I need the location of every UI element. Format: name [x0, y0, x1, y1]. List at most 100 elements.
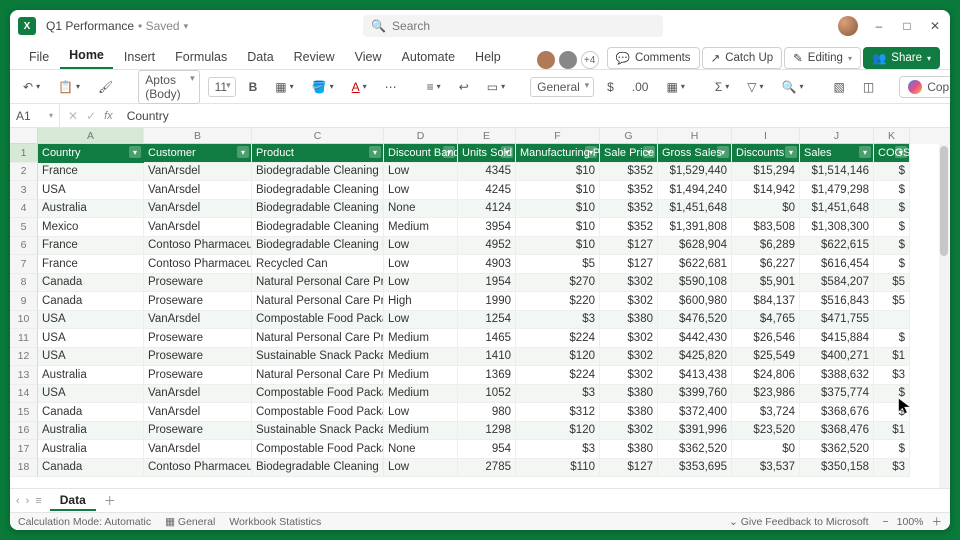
- cell[interactable]: None: [384, 440, 458, 459]
- addins-button[interactable]: ▧: [829, 76, 850, 98]
- cell[interactable]: $1: [874, 348, 910, 367]
- cell[interactable]: Low: [384, 255, 458, 274]
- column-header-J[interactable]: J: [800, 128, 874, 144]
- cell[interactable]: $84,137: [732, 292, 800, 311]
- cell[interactable]: $1,529,440: [658, 163, 732, 182]
- cell[interactable]: $600,980: [658, 292, 732, 311]
- row-header-18[interactable]: 18: [10, 459, 38, 478]
- row-header-10[interactable]: 10: [10, 311, 38, 330]
- cell[interactable]: Proseware: [144, 348, 252, 367]
- conditional-format-button[interactable]: ▦▾: [661, 76, 689, 98]
- cell[interactable]: Canada: [38, 459, 144, 478]
- header-cell-product[interactable]: Product▾: [252, 144, 384, 163]
- cell[interactable]: $127: [600, 255, 658, 274]
- cell[interactable]: Natural Personal Care Products: [252, 329, 384, 348]
- header-cell-sales[interactable]: Sales▾: [800, 144, 874, 163]
- cell[interactable]: High: [384, 292, 458, 311]
- cell[interactable]: Natural Personal Care Products: [252, 274, 384, 293]
- filter-icon[interactable]: ▾: [643, 146, 655, 158]
- cell[interactable]: 1298: [458, 422, 516, 441]
- cell[interactable]: $302: [600, 292, 658, 311]
- cell[interactable]: $628,904: [658, 237, 732, 256]
- cell[interactable]: $127: [600, 237, 658, 256]
- cell[interactable]: $5,901: [732, 274, 800, 293]
- cell[interactable]: $368,676: [800, 403, 874, 422]
- formula-input[interactable]: Country: [121, 109, 175, 123]
- sheet-tab-data[interactable]: Data: [50, 491, 96, 511]
- cell[interactable]: VanArsdel: [144, 181, 252, 200]
- paste-button[interactable]: 📋▾: [53, 76, 85, 98]
- cell[interactable]: $350,158: [800, 459, 874, 478]
- cell[interactable]: $302: [600, 422, 658, 441]
- filter-icon[interactable]: ▾: [443, 146, 455, 158]
- cell[interactable]: $5: [874, 274, 910, 293]
- column-header-E[interactable]: E: [458, 128, 516, 144]
- cell[interactable]: $3,724: [732, 403, 800, 422]
- zoom-in-button[interactable]: ＋: [932, 514, 943, 529]
- cell[interactable]: $3: [516, 311, 600, 330]
- cell[interactable]: Proseware: [144, 366, 252, 385]
- sheet-list-icon[interactable]: ≡: [35, 495, 41, 507]
- editing-mode-button[interactable]: ✎Editing ▾: [784, 47, 861, 69]
- currency-button[interactable]: $: [602, 76, 619, 98]
- cell[interactable]: $1,391,808: [658, 218, 732, 237]
- cell[interactable]: $: [874, 329, 910, 348]
- tab-home[interactable]: Home: [60, 43, 113, 69]
- cell[interactable]: Low: [384, 181, 458, 200]
- header-cell-manufacturing-price[interactable]: Manufacturing Price▾: [516, 144, 600, 163]
- cell[interactable]: $23,986: [732, 385, 800, 404]
- cell[interactable]: $5: [516, 255, 600, 274]
- filter-icon[interactable]: ▾: [369, 146, 381, 158]
- cell[interactable]: Proseware: [144, 422, 252, 441]
- cell[interactable]: $399,760: [658, 385, 732, 404]
- cell[interactable]: $516,843: [800, 292, 874, 311]
- cell[interactable]: $415,884: [800, 329, 874, 348]
- cell[interactable]: $120: [516, 422, 600, 441]
- cell[interactable]: 4345: [458, 163, 516, 182]
- cell[interactable]: $442,430: [658, 329, 732, 348]
- row-header-6[interactable]: 6: [10, 237, 38, 256]
- cell[interactable]: $400,271: [800, 348, 874, 367]
- cell[interactable]: $220: [516, 292, 600, 311]
- row-header-2[interactable]: 2: [10, 163, 38, 182]
- header-cell-discount-band[interactable]: Discount Band▾: [384, 144, 458, 163]
- cell[interactable]: $4,765: [732, 311, 800, 330]
- search-box[interactable]: 🔍 Search: [363, 15, 663, 37]
- analyze-button[interactable]: ◫: [858, 76, 879, 98]
- cell[interactable]: $10: [516, 237, 600, 256]
- cell[interactable]: $302: [600, 366, 658, 385]
- cell[interactable]: 4903: [458, 255, 516, 274]
- row-header-9[interactable]: 9: [10, 292, 38, 311]
- cell[interactable]: 1052: [458, 385, 516, 404]
- cell[interactable]: $14,942: [732, 181, 800, 200]
- cell[interactable]: $388,632: [800, 366, 874, 385]
- cell[interactable]: $3: [516, 385, 600, 404]
- sheet-next-icon[interactable]: ›: [26, 495, 30, 507]
- cell[interactable]: 954: [458, 440, 516, 459]
- column-header-I[interactable]: I: [732, 128, 800, 144]
- cell[interactable]: Recycled Can: [252, 255, 384, 274]
- catchup-button[interactable]: ↗Catch Up: [702, 47, 783, 69]
- cell[interactable]: Biodegradable Cleaning Products: [252, 459, 384, 478]
- sort-filter-button[interactable]: ▽▾: [742, 76, 768, 98]
- accept-formula-icon[interactable]: ✓: [86, 109, 96, 123]
- cell[interactable]: $: [874, 200, 910, 219]
- find-button[interactable]: 🔍▾: [777, 76, 809, 98]
- cell[interactable]: $622,681: [658, 255, 732, 274]
- row-header-13[interactable]: 13: [10, 366, 38, 385]
- header-cell-customer[interactable]: Customer▾: [144, 144, 252, 163]
- cell[interactable]: Australia: [38, 200, 144, 219]
- cell[interactable]: $312: [516, 403, 600, 422]
- zoom-out-button[interactable]: −: [883, 516, 889, 528]
- cell[interactable]: $1,451,648: [658, 200, 732, 219]
- cell[interactable]: Mexico: [38, 218, 144, 237]
- column-header-F[interactable]: F: [516, 128, 600, 144]
- cell[interactable]: $5: [874, 292, 910, 311]
- cell[interactable]: $3: [874, 366, 910, 385]
- cell[interactable]: $352: [600, 163, 658, 182]
- cell[interactable]: USA: [38, 181, 144, 200]
- cell[interactable]: $3,537: [732, 459, 800, 478]
- cell[interactable]: $110: [516, 459, 600, 478]
- cell[interactable]: $0: [732, 440, 800, 459]
- cell[interactable]: $: [874, 163, 910, 182]
